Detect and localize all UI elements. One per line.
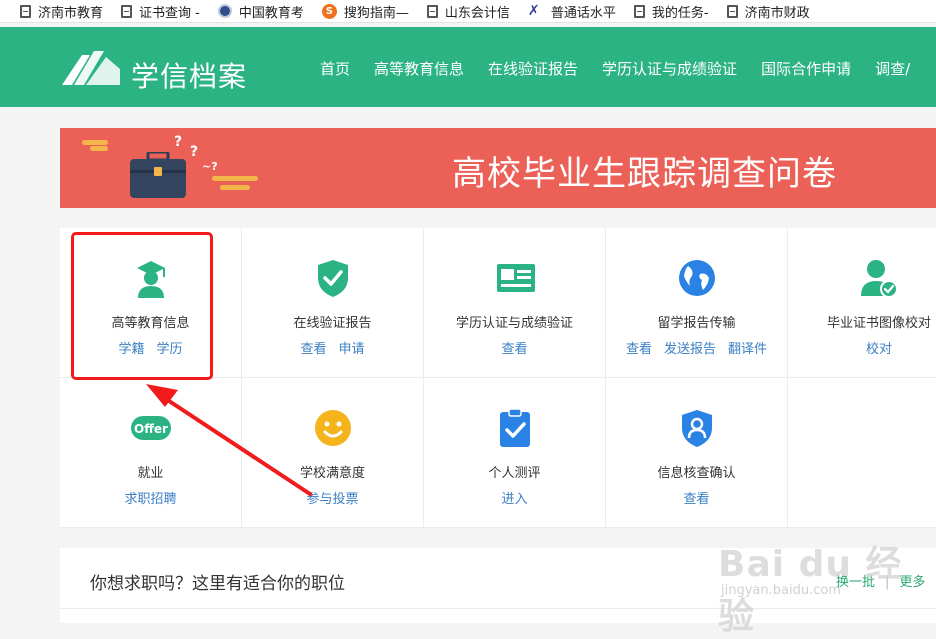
service-links: 求职招聘 (60, 488, 241, 507)
site-logo-icon[interactable] (60, 49, 122, 87)
document-icon (726, 4, 738, 18)
banner-decoration (82, 140, 108, 145)
bookmark-item[interactable]: 我的任务- (633, 0, 709, 22)
banner-decoration (212, 176, 258, 181)
nav-online-verification[interactable]: 在线验证报告 (488, 58, 578, 79)
bookmark-item[interactable]: 山东会计信 (426, 0, 510, 22)
document-icon (633, 4, 645, 18)
watermark-url: jingyan.baidu.com (721, 583, 841, 598)
bookmark-item[interactable]: 济南市教育 (20, 0, 103, 22)
nav-home[interactable]: 首页 (320, 58, 350, 79)
user-check-icon (861, 260, 898, 298)
service-links: 查看 申请 (242, 338, 423, 357)
document-icon (426, 4, 438, 18)
id-card-icon (497, 264, 535, 292)
service-links: 查看 发送报告 翻译件 (606, 338, 787, 357)
bookmark-item[interactable]: 济南市财政 (726, 0, 810, 22)
service-title: 信息核查确认 (657, 466, 736, 481)
bookmark-item[interactable]: 证书查询 - (121, 0, 200, 22)
bookmark-item[interactable]: 中国教育考 (217, 0, 304, 22)
link-view[interactable]: 查看 (683, 492, 709, 507)
shield-check-icon (318, 260, 348, 297)
service-school-satisfaction[interactable]: 学校满意度 参与投票 (242, 378, 424, 528)
shield-user-icon (682, 410, 712, 447)
link-check[interactable]: 校对 (866, 342, 892, 357)
link-enter[interactable]: 进入 (501, 492, 527, 507)
watermark: Bai du 经验 jingyan.baidu.com (718, 533, 936, 637)
smile-icon (315, 410, 351, 446)
document-icon (121, 4, 133, 18)
banner-title: 高校毕业生跟踪调查问卷 (452, 154, 837, 194)
survey-banner[interactable]: ? ? ~? 高校毕业生跟踪调查问卷 (60, 128, 936, 208)
service-title: 毕业证书图像校对 (826, 316, 931, 331)
annotation-highlight-box (71, 232, 213, 380)
link-view[interactable]: 查看 (501, 342, 527, 357)
globe-icon (679, 260, 715, 296)
offer-icon: Offer (131, 416, 171, 440)
link-job-search[interactable]: 求职招聘 (124, 492, 176, 507)
service-certificate-image-check[interactable]: 毕业证书图像校对 校对 (788, 228, 936, 378)
service-links: 校对 (788, 338, 936, 357)
link-apply[interactable]: 申请 (339, 342, 365, 357)
bookmarks-bar: 济南市教育 证书查询 - 中国教育考 S 搜狗指南— 山东会计信 ✗ 普通话水平 我… (0, 0, 936, 23)
question-mark-icon: ? (190, 144, 199, 160)
link-translation[interactable]: 翻译件 (728, 342, 767, 357)
link-vote[interactable]: 参与投票 (306, 492, 358, 507)
nav-degree-certification[interactable]: 学历认证与成绩验证 (602, 58, 737, 79)
x-logo-icon: ✗ (527, 3, 540, 19)
service-info-verification[interactable]: 信息核查确认 查看 (606, 378, 788, 528)
service-online-verification[interactable]: 在线验证报告 查看 申请 (242, 228, 424, 378)
service-study-abroad-report[interactable]: 留学报告传输 查看 发送报告 翻译件 (606, 228, 788, 378)
service-title: 学历认证与成绩验证 (455, 316, 573, 331)
question-mark-icon: ~? (202, 160, 218, 173)
nav-survey[interactable]: 调查/ (875, 58, 910, 79)
briefcase-icon (130, 152, 186, 198)
service-title: 在线验证报告 (293, 316, 372, 331)
banner-decoration (90, 146, 108, 151)
service-links: 查看 (424, 338, 605, 357)
service-personal-assessment[interactable]: 个人测评 进入 (424, 378, 606, 528)
nav-higher-education[interactable]: 高等教育信息 (374, 58, 464, 79)
bookmark-item[interactable]: ✗ 普通话水平 (528, 0, 616, 22)
service-links: 参与投票 (242, 488, 423, 507)
service-links: 查看 (606, 488, 787, 507)
document-icon (20, 4, 31, 18)
service-title: 学校满意度 (299, 466, 365, 481)
sogou-icon: S (321, 3, 337, 19)
site-title[interactable]: 学信档案 (131, 55, 247, 95)
link-send-report[interactable]: 发送报告 (664, 342, 716, 357)
service-title: 个人测评 (488, 466, 541, 481)
service-title: 留学报告传输 (657, 316, 736, 331)
bookmark-item[interactable]: S 搜狗指南— (321, 0, 409, 22)
link-view[interactable]: 查看 (300, 342, 326, 357)
clipboard-check-icon (500, 408, 530, 447)
main-nav: 首页 高等教育信息 在线验证报告 学历认证与成绩验证 国际合作申请 调查/ (320, 58, 934, 79)
seal-icon (217, 4, 232, 18)
svg-text:Offer: Offer (134, 422, 168, 436)
jobs-title: 你想求职吗？这里有适合你的职位 (90, 574, 345, 594)
service-employment[interactable]: Offer 就业 求职招聘 (60, 378, 242, 528)
site-header: 学信档案 首页 高等教育信息 在线验证报告 学历认证与成绩验证 国际合作申请 调… (0, 27, 936, 107)
banner-decoration (220, 185, 250, 190)
service-degree-certification[interactable]: 学历认证与成绩验证 查看 (424, 228, 606, 378)
service-links: 进入 (424, 488, 605, 507)
link-view[interactable]: 查看 (626, 342, 652, 357)
nav-international[interactable]: 国际合作申请 (761, 58, 851, 79)
question-mark-icon: ? (174, 134, 183, 150)
service-empty-slot (788, 378, 936, 528)
service-title: 就业 (137, 466, 164, 481)
